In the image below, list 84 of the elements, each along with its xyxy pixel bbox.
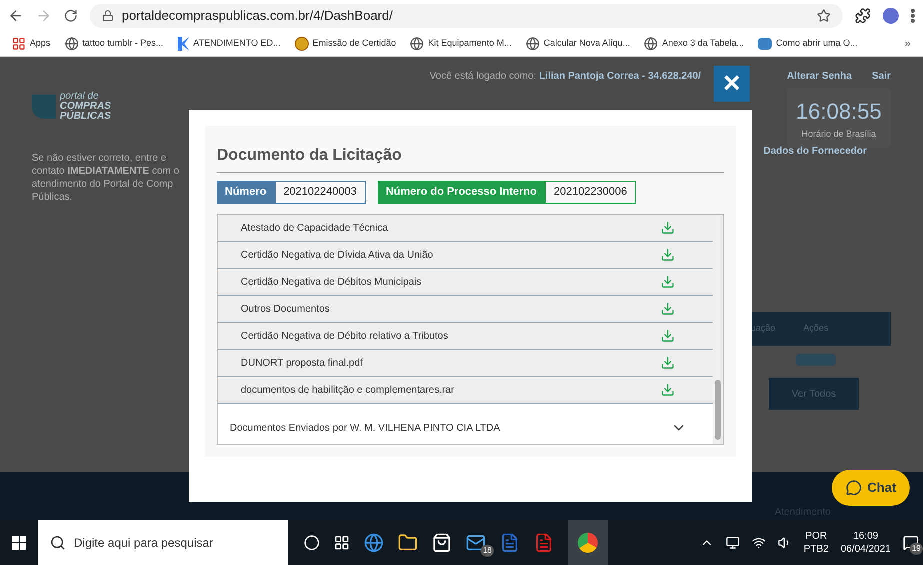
task-view-icon[interactable] [334, 534, 350, 550]
document-row[interactable]: documentos de habilitção e complementares.rar [218, 377, 713, 404]
download-icon[interactable] [661, 356, 675, 370]
documents-section-header[interactable]: Documentos Enviados por W. M. VILHENA PINTO CIA LTDA [218, 412, 713, 444]
taskbar-time[interactable]: 16:09 [853, 530, 878, 542]
app-icon [758, 38, 772, 50]
tray-device-icon[interactable] [726, 536, 740, 550]
section-label: Documentos Enviados por W. M. VILHENA PINTO CIA LTDA [230, 422, 500, 436]
document-name: documentos de habilitção e complementares.rar [241, 384, 454, 398]
search-icon [50, 534, 66, 550]
field-label: Número [217, 181, 275, 204]
download-icon[interactable] [661, 275, 675, 289]
taskbar-date[interactable]: 06/04/2021 [840, 542, 891, 556]
bookmark-link[interactable]: Calcular Nova Alíqu... [526, 37, 630, 51]
clock-caption: Horário de Brasília [802, 128, 876, 141]
document-row[interactable]: Certidão Negativa de Débito relativo a Tributos [218, 323, 713, 350]
document-name: DUNORT proposta final.pdf [241, 356, 363, 370]
cortana-icon[interactable] [304, 534, 320, 550]
star-icon[interactable] [817, 9, 831, 23]
header-link[interactable]: Sair [872, 69, 891, 84]
bookmark-link[interactable]: Kit Equipamento M... [410, 37, 512, 51]
document-name: Atestado de Capacidade Técnica [241, 222, 388, 236]
download-icon[interactable] [661, 302, 675, 316]
header-link[interactable]: Alterar Senha [787, 69, 852, 84]
lock-icon [102, 10, 114, 22]
back-icon[interactable] [8, 8, 24, 24]
document-name: Certidão Negativa de Dívida Ativa da União [241, 248, 434, 262]
bookmark-link[interactable]: Anexo 3 da Tabela... [644, 37, 744, 51]
bookmark-link[interactable]: Como abrir uma O... [758, 37, 858, 51]
profile-avatar[interactable] [883, 8, 899, 24]
globe-icon [644, 37, 658, 51]
reload-icon[interactable] [64, 9, 78, 23]
notifications-icon[interactable] [903, 534, 919, 550]
field-value: 202102240003 [274, 181, 366, 204]
extensions-icon[interactable] [855, 8, 871, 24]
globe-icon [410, 37, 424, 51]
chat-icon [846, 480, 862, 496]
field-value: 202102230006 [544, 181, 636, 204]
more-bookmarks[interactable]: » [904, 36, 911, 52]
menu-icon[interactable] [911, 9, 915, 23]
chat-button[interactable]: Chat [832, 470, 910, 506]
document-name: Certidão Negativa de Débito relativo a Tributos [241, 330, 448, 344]
globe-icon [526, 37, 540, 51]
portal-logo[interactable]: portal de COMPRAS PÚBLICAS [32, 92, 112, 122]
language-indicator[interactable]: POR [806, 530, 828, 542]
document-row[interactable]: DUNORT proposta final.pdf [218, 350, 713, 377]
download-icon[interactable] [661, 383, 675, 397]
download-icon[interactable] [661, 329, 675, 343]
bookmark-link[interactable]: tattoo tumblr - Pes... [64, 37, 164, 51]
document-name: Certidão Negativa de Débitos Municipais [241, 276, 422, 290]
dialog-title: Documento da Licitação [217, 144, 724, 173]
clock-time: 16:08:55 [796, 98, 882, 126]
document-row[interactable]: Atestado de Capacidade Técnica [218, 215, 713, 242]
document-app-icon[interactable] [500, 532, 520, 552]
document-row[interactable]: Outros Documentos [218, 296, 713, 323]
download-icon[interactable] [661, 248, 675, 262]
language-indicator[interactable]: PTB2 [804, 542, 829, 556]
apps-grid-icon [12, 37, 26, 51]
wifi-icon[interactable] [752, 536, 766, 550]
bookmark-logo-icon [178, 37, 190, 51]
login-info: Você está logado como: Lilian Pantoja Correa - 34.628.240/ [430, 70, 702, 84]
store-icon[interactable] [432, 532, 452, 552]
bookmark-link[interactable]: ATENDIMENTO ED... [178, 37, 281, 51]
bookmark-link[interactable]: Apps [12, 37, 51, 51]
folder-icon[interactable] [398, 532, 418, 552]
mail-badge: 18 [481, 544, 494, 556]
document-row[interactable]: Certidão Negativa de Dívida Ativa da União [218, 242, 713, 269]
search-placeholder: Digite aqui para pesquisar [74, 534, 214, 552]
close-button[interactable]: × [714, 66, 750, 102]
document-name: Outros Documentos [241, 302, 330, 316]
download-icon[interactable] [661, 221, 675, 235]
document-row[interactable]: Certidão Negativa de Débitos Municipais [218, 269, 713, 296]
notice-text: Se não estiver correto, entre e contato IMEDIATAMENTE com o atendimento do Portal de Comp Públicas. [32, 152, 180, 204]
url-text: portaldecompraspublicas.com.br/4/DashBoard/ [122, 7, 393, 26]
globe-icon [64, 37, 79, 51]
bookmark-link[interactable]: Emissão de Certidão [294, 37, 396, 51]
emblem-icon [294, 37, 309, 51]
browser-icon[interactable] [364, 532, 384, 552]
field-label: Número do Processo Interno [378, 181, 545, 204]
supplier-link[interactable]: Dados do Fornecedor [764, 144, 867, 204]
pdf-app-icon[interactable] [534, 532, 554, 552]
address-bar[interactable]: portaldecompraspublicas.com.br/4/DashBoard/ [90, 4, 843, 28]
taskbar-search-field[interactable]: Digite aqui para pesquisar [38, 520, 288, 565]
notification-badge: 19 [910, 542, 923, 554]
